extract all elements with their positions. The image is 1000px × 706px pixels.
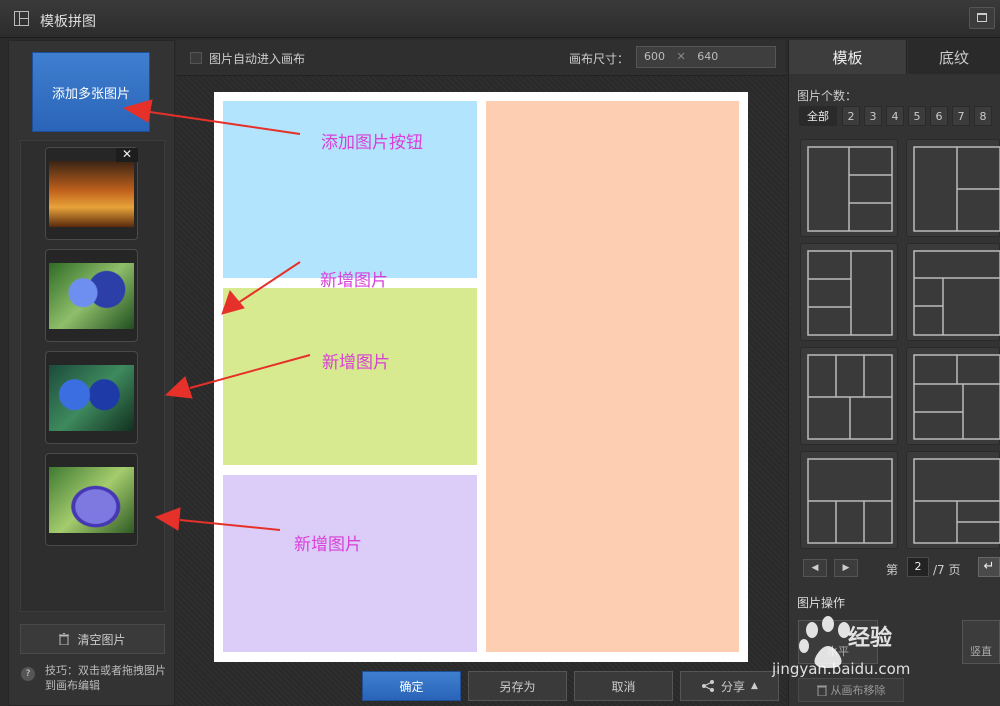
layout-template[interactable] (906, 451, 1000, 549)
layout-template[interactable] (800, 451, 898, 549)
count-filter[interactable]: 8 (974, 106, 992, 126)
save-as-button[interactable]: 另存为 (468, 671, 567, 701)
layout-preview (913, 354, 1000, 440)
cancel-button[interactable]: 取消 (574, 671, 673, 701)
flip-vertical-label: 竖直 (970, 645, 992, 658)
layout-preview (913, 458, 1000, 544)
layout-preview (807, 458, 893, 544)
image-count-label: 图片个数： (797, 89, 858, 103)
share-button[interactable]: 分享 ▲ (680, 671, 779, 701)
flip-vertical-button[interactable]: 竖直 (962, 620, 1000, 664)
count-filter[interactable]: 6 (930, 106, 948, 126)
layout-template[interactable] (906, 243, 1000, 341)
layout-template[interactable] (800, 347, 898, 445)
layout-template[interactable] (800, 139, 898, 237)
layout-preview (807, 354, 893, 440)
layout-template[interactable] (906, 347, 1000, 445)
layout-preview (913, 250, 1000, 336)
layout-preview (807, 250, 893, 336)
count-filter[interactable]: 7 (952, 106, 970, 126)
layout-preview (913, 146, 1000, 232)
tab-template[interactable]: 模板 (789, 40, 907, 74)
share-label: 分享 (721, 679, 746, 694)
page-number-input[interactable]: 2 (907, 557, 929, 577)
layout-template[interactable] (800, 243, 898, 341)
count-filter[interactable]: 4 (886, 106, 904, 126)
count-filter[interactable]: 2 (842, 106, 860, 126)
count-filter-all[interactable]: 全部 (799, 106, 837, 126)
confirm-button[interactable]: 确定 (362, 671, 461, 701)
page-total: /7 页 (933, 563, 961, 577)
share-icon (702, 680, 715, 692)
page-prefix: 第 (886, 563, 899, 577)
watermark-url: jingyan.baidu.com (772, 660, 911, 678)
tab-texture[interactable]: 底纹 (908, 40, 1000, 74)
go-page-button[interactable]: ↵ (978, 557, 1000, 577)
caret-up-icon: ▲ (751, 681, 758, 691)
layout-template[interactable] (906, 139, 1000, 237)
next-page-button[interactable]: ▶ (834, 559, 858, 577)
watermark-text: 经验 (848, 626, 893, 651)
previous-page-button[interactable]: ◀ (803, 559, 827, 577)
count-filter[interactable]: 5 (908, 106, 926, 126)
layout-preview (807, 146, 893, 232)
count-filter[interactable]: 3 (864, 106, 882, 126)
